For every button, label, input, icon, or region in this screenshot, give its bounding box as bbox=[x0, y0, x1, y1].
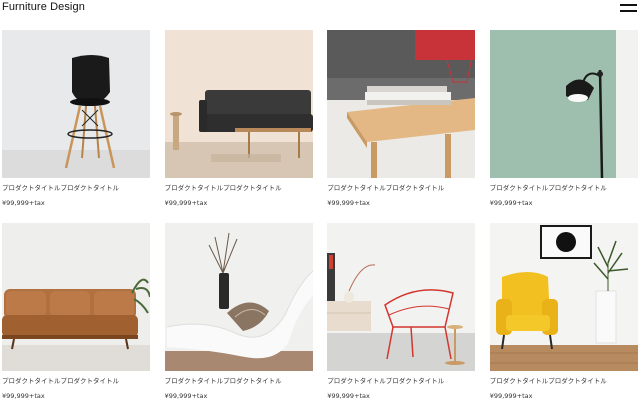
product-title[interactable]: プロダクトタイトルプロダクトタイトル bbox=[490, 184, 638, 192]
product-price: ¥99,999+tax bbox=[327, 392, 370, 400]
product-title[interactable]: プロダクトタイトルプロダクトタイトル bbox=[2, 377, 150, 385]
product-image-white-lounge-chair[interactable] bbox=[164, 223, 313, 371]
product-card[interactable]: プロダクトタイトルプロダクトタイトル ¥99,999+tax bbox=[2, 223, 150, 416]
product-price: ¥99,999+tax bbox=[327, 199, 370, 207]
hamburger-menu-icon[interactable] bbox=[620, 3, 637, 13]
product-card[interactable]: プロダクトタイトルプロダクトタイトル ¥99,999+tax bbox=[327, 30, 476, 223]
product-title[interactable]: プロダクトタイトルプロダクトタイトル bbox=[327, 377, 475, 385]
product-image-yellow-armchair[interactable] bbox=[489, 223, 638, 371]
product-price: ¥99,999+tax bbox=[489, 199, 533, 207]
site-header: Furniture Design bbox=[0, 0, 640, 20]
product-grid: プロダクトタイトルプロダクトタイトル ¥99,999+tax プロダクトタイトル… bbox=[2, 30, 638, 416]
product-price: ¥99,999+tax bbox=[164, 392, 208, 400]
product-price: ¥99,999+tax bbox=[489, 392, 533, 400]
product-card[interactable]: プロダクトタイトルプロダクトタイトル ¥99,999+tax bbox=[2, 30, 150, 223]
product-image-red-wire-chair[interactable] bbox=[327, 223, 476, 371]
site-title[interactable]: Furniture Design bbox=[2, 1, 85, 13]
product-price: ¥99,999+tax bbox=[164, 199, 208, 207]
product-image-black-bar-stool[interactable] bbox=[2, 30, 150, 178]
product-price: ¥99,999+tax bbox=[2, 199, 45, 207]
product-title[interactable]: プロダクトタイトルプロダクトタイトル bbox=[327, 184, 475, 192]
product-card[interactable]: プロダクトタイトルプロダクトタイトル ¥99,999+tax bbox=[164, 223, 313, 416]
product-title[interactable]: プロダクトタイトルプロダクトタイトル bbox=[490, 377, 638, 385]
product-card[interactable]: プロダクトタイトルプロダクトタイトル ¥99,999+tax bbox=[489, 223, 638, 416]
product-card[interactable]: プロダクトタイトルプロダクトタイトル ¥99,999+tax bbox=[327, 223, 476, 416]
product-card[interactable]: プロダクトタイトルプロダクトタイトル ¥99,999+tax bbox=[489, 30, 638, 223]
product-title[interactable]: プロダクトタイトルプロダクトタイトル bbox=[165, 184, 313, 192]
product-image-black-floor-lamp[interactable] bbox=[489, 30, 638, 178]
product-image-tan-leather-sofa[interactable] bbox=[2, 223, 150, 371]
product-title[interactable]: プロダクトタイトルプロダクトタイトル bbox=[2, 184, 150, 192]
product-image-dark-sofa-living-room[interactable] bbox=[164, 30, 313, 178]
product-card[interactable]: プロダクトタイトルプロダクトタイトル ¥99,999+tax bbox=[164, 30, 313, 223]
product-price: ¥99,999+tax bbox=[2, 392, 45, 400]
product-image-wooden-coffee-table[interactable] bbox=[327, 30, 476, 178]
product-title[interactable]: プロダクトタイトルプロダクトタイトル bbox=[165, 377, 313, 385]
